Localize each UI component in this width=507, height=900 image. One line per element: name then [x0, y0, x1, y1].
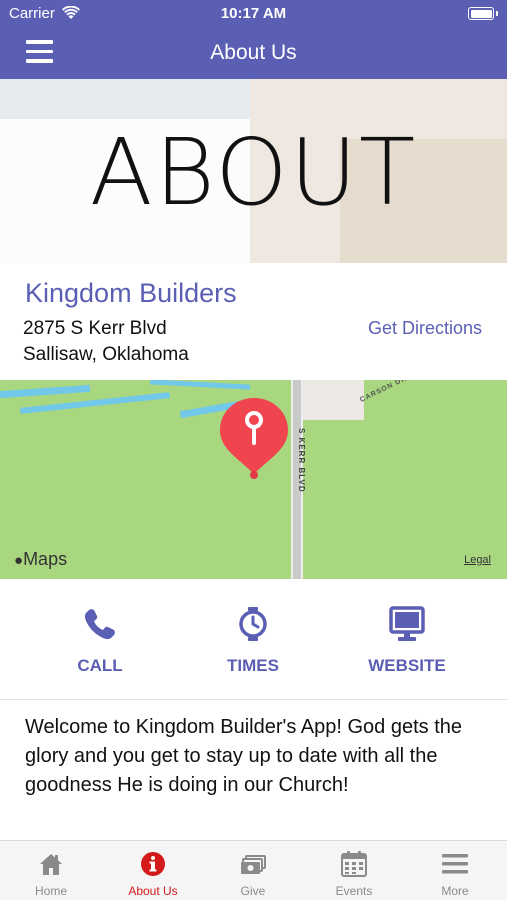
map-pin-icon[interactable]	[218, 394, 290, 480]
nav-bar: About Us	[0, 28, 507, 79]
calendar-icon	[341, 851, 367, 877]
location-info: Kingdom Builders 2875 S Kerr Blvd Sallis…	[0, 263, 507, 380]
apple-icon: ●	[14, 552, 24, 569]
page-title: About Us	[210, 41, 297, 64]
battery-icon	[468, 7, 494, 20]
times-label: TIMES	[227, 656, 279, 675]
legal-link[interactable]: Legal	[464, 554, 491, 566]
clock-icon	[239, 607, 267, 641]
status-time: 10:17 AM	[220, 5, 287, 22]
website-button[interactable]: WEBSITE	[332, 579, 482, 700]
phone-icon	[84, 609, 115, 640]
tab-give-label: Give	[240, 884, 266, 898]
hero-banner: ABOUT	[0, 79, 507, 263]
website-label: WEBSITE	[368, 656, 446, 675]
action-buttons: CALL TIMES WEBSITE	[0, 579, 507, 700]
times-button[interactable]: TIMES	[178, 579, 328, 700]
address-line-2: Sallisaw, Oklahoma	[23, 344, 189, 365]
maps-attribution: ●Maps	[14, 549, 67, 570]
tab-more-label: More	[441, 884, 469, 898]
status-bar: Carrier 10:17 AM	[0, 0, 507, 28]
address-line-1: 2875 S Kerr Blvd	[23, 318, 167, 339]
hero-title: ABOUT	[89, 119, 418, 226]
tab-bar: Home About Us Give Events More	[0, 840, 507, 900]
road-label: S KERR BLVD	[297, 428, 306, 493]
money-icon	[241, 855, 266, 874]
maps-label: Maps	[23, 549, 68, 569]
tab-more[interactable]: More	[405, 841, 505, 900]
tab-home-label: Home	[34, 884, 67, 898]
more-menu-icon	[442, 854, 468, 874]
tab-events-label: Events	[335, 884, 373, 898]
info-icon	[141, 852, 165, 876]
home-icon	[40, 854, 62, 875]
map-water	[0, 384, 91, 399]
get-directions-link[interactable]: Get Directions	[368, 318, 482, 339]
tab-about-us[interactable]: About Us	[103, 841, 203, 900]
street-label: CARSON DR	[359, 380, 409, 404]
map-building	[302, 380, 364, 420]
monitor-icon	[389, 606, 425, 641]
tab-about-us-label: About Us	[128, 884, 178, 898]
call-button[interactable]: CALL	[25, 579, 175, 700]
map-water	[149, 380, 251, 390]
organization-name: Kingdom Builders	[25, 278, 237, 308]
map-water	[20, 392, 170, 414]
tab-events[interactable]: Events	[304, 841, 404, 900]
call-label: CALL	[77, 656, 123, 675]
battery-tip	[496, 11, 498, 16]
tab-home[interactable]: Home	[1, 841, 101, 900]
welcome-text: Welcome to Kingdom Builder's App! God ge…	[25, 716, 463, 796]
tab-give[interactable]: Give	[203, 841, 303, 900]
location-map[interactable]: S KERR BLVD CARSON DR ●Maps Legal	[0, 380, 507, 579]
